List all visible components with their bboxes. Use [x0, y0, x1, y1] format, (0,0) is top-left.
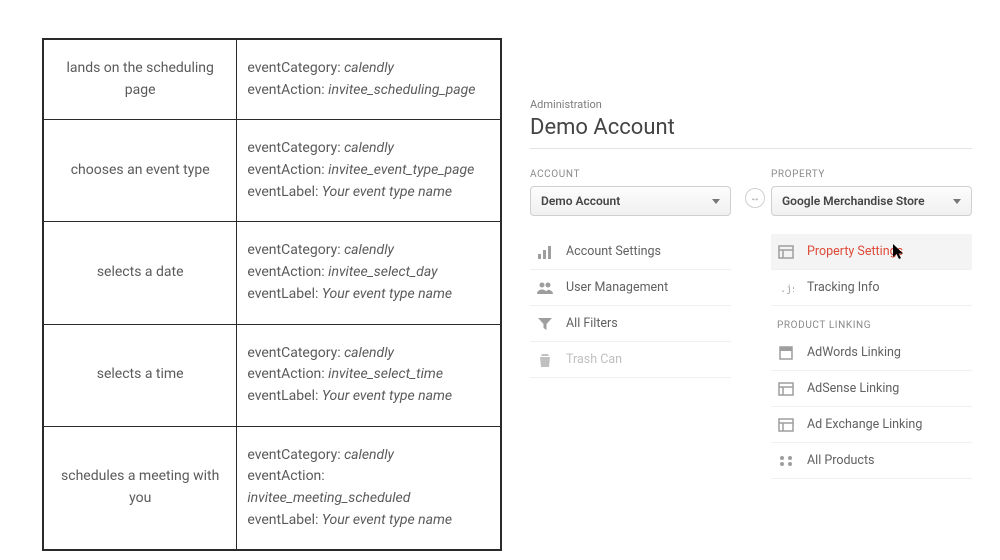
- menu-item-label: AdWords Linking: [807, 345, 901, 360]
- event-params-cell: eventCategory: calendlyeventAction: invi…: [237, 426, 501, 550]
- event-action-cell: selects a time: [43, 324, 237, 426]
- menu-item-account-settings[interactable]: Account Settings: [530, 234, 731, 270]
- menu-item-tracking-info[interactable]: .js Tracking Info: [771, 270, 972, 306]
- event-params-cell: eventCategory: calendlyeventAction: invi…: [237, 39, 501, 120]
- menu-item-all-products[interactable]: All Products: [771, 443, 972, 479]
- event-action-cell: schedules a meeting with you: [43, 426, 237, 550]
- table-row: schedules a meeting with youeventCategor…: [43, 426, 501, 550]
- trash-icon: [536, 351, 554, 369]
- square-icon: [777, 344, 795, 362]
- events-table-panel: lands on the scheduling pageeventCategor…: [0, 0, 510, 560]
- account-column: ACCOUNT Demo Account Account Settings Use…: [530, 169, 731, 479]
- menu-item-all-filters[interactable]: All Filters: [530, 306, 731, 342]
- events-table: lands on the scheduling pageeventCategor…: [42, 38, 502, 551]
- menu-item-label: All Products: [807, 453, 875, 468]
- table-row: selects a timeeventCategory: calendlyeve…: [43, 324, 501, 426]
- event-action-cell: lands on the scheduling page: [43, 39, 237, 120]
- menu-item-label: All Filters: [566, 316, 618, 331]
- layout-icon: [777, 416, 795, 434]
- property-select-value: Google Merchandise Store: [782, 194, 925, 208]
- menu-item-label: Property Settings: [807, 244, 903, 259]
- menu-item-property-settings[interactable]: Property Settings: [771, 234, 972, 270]
- menu-item-label: User Management: [566, 280, 668, 295]
- account-select-value: Demo Account: [541, 194, 620, 208]
- product-linking-header: PRODUCT LINKING: [771, 320, 972, 331]
- layout-icon: [777, 243, 795, 261]
- menu-item-label: Ad Exchange Linking: [807, 417, 922, 432]
- property-column: PROPERTY Google Merchandise Store Proper…: [771, 169, 972, 479]
- analytics-admin-panel: Administration Demo Account ACCOUNT Demo…: [510, 0, 1000, 560]
- table-row: chooses an event typeeventCategory: cale…: [43, 120, 501, 222]
- funnel-icon: [536, 315, 554, 333]
- menu-item-label: AdSense Linking: [807, 381, 899, 396]
- property-header: PROPERTY: [771, 169, 972, 180]
- event-action-cell: chooses an event type: [43, 120, 237, 222]
- users-icon: [536, 279, 554, 297]
- property-select[interactable]: Google Merchandise Store: [771, 186, 972, 216]
- event-params-cell: eventCategory: calendlyeventAction: invi…: [237, 324, 501, 426]
- menu-item-adsense-linking[interactable]: AdSense Linking: [771, 371, 972, 407]
- table-row: selects a dateeventCategory: calendlyeve…: [43, 222, 501, 324]
- menu-item-label: Account Settings: [566, 244, 661, 259]
- administration-label: Administration: [530, 98, 972, 111]
- chevron-down-icon: [712, 199, 720, 204]
- event-action-cell: selects a date: [43, 222, 237, 324]
- grid-icon: [777, 452, 795, 470]
- js-icon: .js: [777, 279, 795, 297]
- menu-item-adwords-linking[interactable]: AdWords Linking: [771, 335, 972, 371]
- bars-icon: [536, 243, 554, 261]
- account-header: ACCOUNT: [530, 169, 731, 180]
- event-params-cell: eventCategory: calendlyeventAction: invi…: [237, 222, 501, 324]
- menu-item-label: Trash Can: [566, 352, 622, 367]
- menu-item-trash-can: Trash Can: [530, 342, 731, 378]
- event-params-cell: eventCategory: calendlyeventAction: invi…: [237, 120, 501, 222]
- table-row: lands on the scheduling pageeventCategor…: [43, 39, 501, 120]
- svg-text:.js: .js: [780, 284, 794, 295]
- menu-item-label: Tracking Info: [807, 280, 880, 295]
- layout-icon: [777, 380, 795, 398]
- account-select[interactable]: Demo Account: [530, 186, 731, 216]
- menu-item-user-management[interactable]: User Management: [530, 270, 731, 306]
- chevron-down-icon: [953, 199, 961, 204]
- account-title: Demo Account: [530, 115, 972, 149]
- menu-item-ad-exchange-linking[interactable]: Ad Exchange Linking: [771, 407, 972, 443]
- column-connector-icon: ↔: [745, 188, 765, 208]
